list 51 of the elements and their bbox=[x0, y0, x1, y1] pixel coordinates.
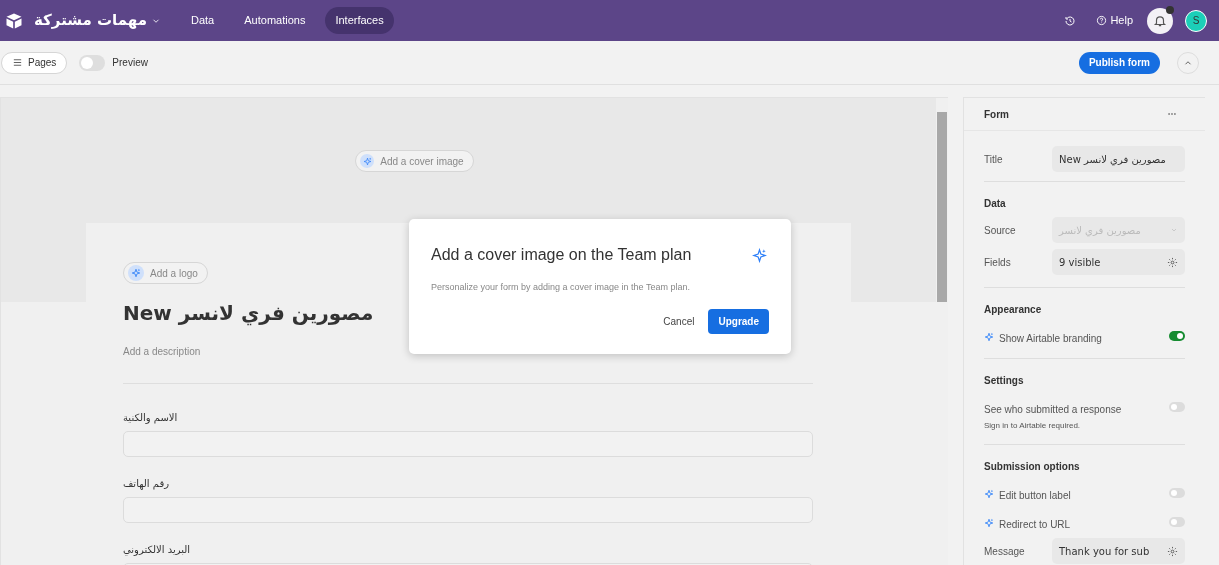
option-label: Show Airtable branding bbox=[999, 332, 1102, 346]
pages-button[interactable]: Pages bbox=[1, 51, 68, 74]
form-title[interactable]: New مصورين فري لانسر bbox=[123, 298, 374, 328]
section-heading: Appearance bbox=[984, 303, 1042, 317]
option-note: Sign in to Airtable required. bbox=[984, 420, 1082, 432]
nav-tab[interactable]: Data bbox=[181, 7, 225, 34]
dialog-title: Add a cover image on the Team plan bbox=[431, 245, 692, 265]
bell-icon bbox=[1153, 13, 1167, 28]
settings-icon[interactable] bbox=[1167, 545, 1178, 557]
publish-form-button[interactable]: Publish form bbox=[1078, 51, 1160, 74]
notifications-button[interactable] bbox=[1147, 7, 1173, 34]
input-field[interactable]: Thank you for sub bbox=[1052, 538, 1185, 564]
preview-label: Preview bbox=[112, 56, 148, 70]
user-avatar[interactable]: S bbox=[1185, 9, 1207, 32]
toggle-switch[interactable] bbox=[1169, 488, 1185, 498]
input-field[interactable]: New مصورين فري لانسر bbox=[1052, 146, 1185, 172]
input-field[interactable]: 9 visible bbox=[1052, 249, 1185, 275]
history-icon[interactable] bbox=[1064, 14, 1077, 27]
section-heading: Submission options bbox=[984, 460, 1080, 474]
sparkle-icon bbox=[362, 156, 372, 166]
preview-toggle[interactable] bbox=[79, 54, 106, 71]
menu-icon bbox=[12, 57, 23, 68]
field-label: الاسم والكنية bbox=[123, 411, 178, 425]
toggle-switch[interactable] bbox=[1169, 331, 1185, 341]
help-icon bbox=[1096, 15, 1108, 26]
toggle-switch[interactable] bbox=[1169, 402, 1185, 412]
sparkle-icon bbox=[752, 247, 767, 263]
field-label: البريد الالكتروني bbox=[123, 543, 191, 557]
option-label: Redirect to URL bbox=[999, 518, 1071, 532]
notification-badge bbox=[1166, 5, 1174, 14]
field-label: رقم الهاتف bbox=[123, 477, 170, 491]
dialog-message: Personalize your form by adding a cover image in the Team plan. bbox=[431, 281, 691, 294]
settings-icon[interactable] bbox=[1167, 256, 1178, 268]
section-heading: Settings bbox=[984, 374, 1024, 388]
field-label: Source bbox=[984, 223, 1017, 238]
toggle-switch[interactable] bbox=[1169, 517, 1185, 527]
nav-tab[interactable]: Interfaces bbox=[325, 7, 394, 34]
cancel-button[interactable]: Cancel bbox=[663, 313, 695, 329]
field-label: Fields bbox=[984, 255, 1012, 270]
nav-tab[interactable]: Automations bbox=[234, 7, 316, 34]
workspace-name[interactable]: مهمات مشتركة bbox=[34, 9, 147, 32]
panel-title: Form bbox=[984, 107, 1009, 122]
option-label: Edit button label bbox=[999, 489, 1071, 503]
chevron-down-icon bbox=[1170, 226, 1178, 234]
section-heading: Data bbox=[984, 197, 1006, 211]
help-button[interactable]: Help bbox=[1096, 12, 1133, 29]
upgrade-button[interactable]: Upgrade bbox=[708, 308, 769, 334]
field-label: Message bbox=[984, 544, 1026, 559]
sparkle-icon bbox=[131, 268, 141, 278]
field-label: Title bbox=[984, 152, 1004, 167]
option-label: See who submitted a response bbox=[984, 403, 1122, 417]
